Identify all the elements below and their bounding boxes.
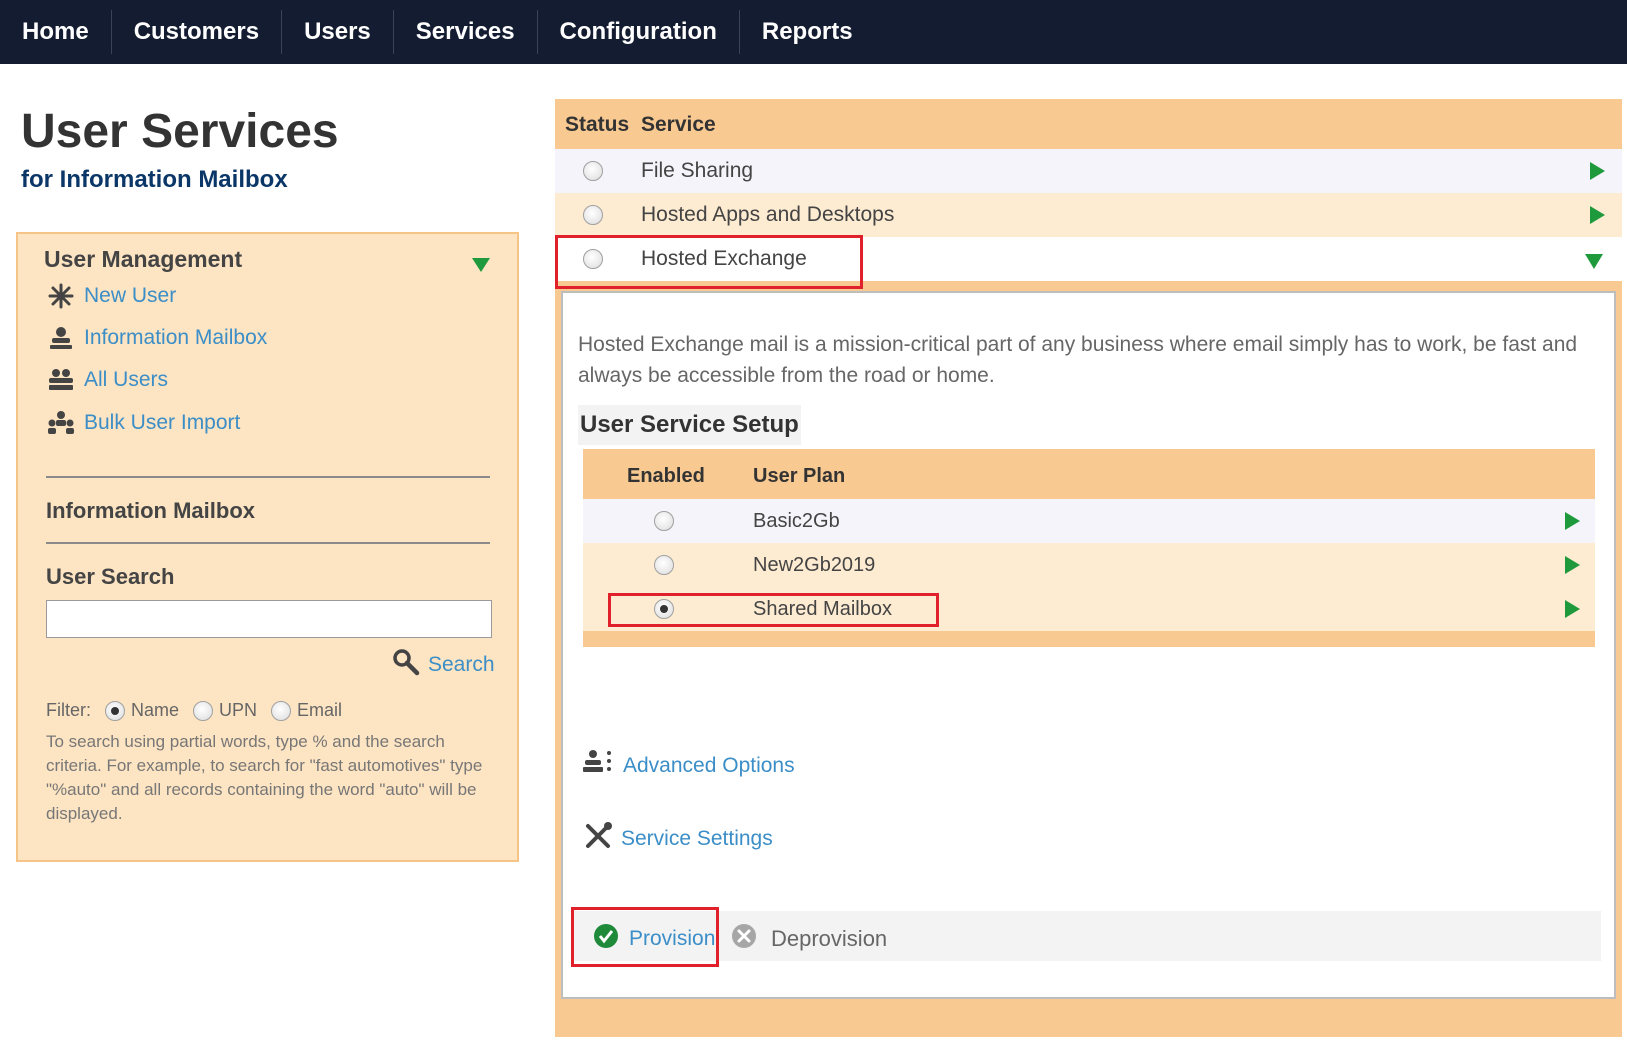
hosted-exchange-detail: Hosted Exchange mail is a mission-critic… [561, 291, 1616, 999]
plan-row-new2gb2019[interactable]: New2Gb2019 [583, 543, 1595, 587]
expand-arrow-icon[interactable] [1590, 162, 1605, 180]
bulk-user-import-link[interactable]: Bulk User Import [84, 411, 240, 435]
service-name[interactable]: File Sharing [641, 159, 753, 183]
nav-configuration[interactable]: Configuration [538, 10, 740, 54]
services-table-header: Status Service [555, 99, 1622, 149]
plan-name: New2Gb2019 [753, 554, 876, 576]
service-settings-row[interactable]: Service Settings [583, 821, 773, 856]
user-plan-column-header: User Plan [753, 465, 846, 487]
expand-arrow-icon[interactable] [1565, 600, 1580, 618]
user-service-setup-title: User Service Setup [578, 405, 801, 445]
expand-arrow-icon[interactable] [1565, 556, 1580, 574]
highlight-box [555, 235, 863, 289]
divider [46, 542, 490, 544]
collapse-arrow-icon[interactable] [1585, 254, 1603, 269]
status-indicator [583, 161, 603, 181]
expand-arrow-icon[interactable] [1590, 206, 1605, 224]
collapse-triangle-icon[interactable] [472, 258, 490, 272]
enabled-column-header: Enabled [627, 465, 705, 487]
new-user-icon [46, 282, 76, 310]
bulk-user-import-link-row[interactable]: Bulk User Import [46, 409, 240, 437]
user-search-heading: User Search [46, 564, 175, 589]
deprovision-button[interactable]: Deprovision [731, 923, 887, 954]
user-management-heading: User Management [44, 246, 243, 272]
highlight-box [571, 907, 719, 967]
all-users-link[interactable]: All Users [84, 368, 168, 392]
information-mailbox-heading: Information Mailbox [46, 498, 255, 523]
advanced-options-link[interactable]: Advanced Options [623, 754, 795, 778]
user-plan-table: Enabled User Plan Basic2Gb New2Gb2019 Sh… [583, 449, 1595, 647]
top-nav: Home Customers Users Services Configurat… [0, 0, 1627, 64]
new-user-link-row[interactable]: New User [46, 282, 176, 310]
filter-name-radio[interactable] [105, 700, 125, 721]
filter-upn-radio[interactable] [193, 700, 214, 721]
user-icon [46, 324, 76, 352]
information-mailbox-link[interactable]: Information Mailbox [84, 326, 267, 350]
search-help-text: To search using partial words, type % an… [46, 732, 483, 823]
service-row-file-sharing[interactable]: File Sharing [555, 149, 1622, 193]
filter-row: Filter: Name UPN Email [46, 700, 342, 721]
services-panel: Status Service File Sharing Hosted Apps … [555, 99, 1622, 1037]
highlight-box [608, 593, 939, 627]
action-bar: Provision Deprovision [571, 907, 1601, 967]
search-icon [392, 648, 420, 681]
filter-label: Filter: [46, 700, 91, 720]
filter-name-label: Name [131, 700, 180, 720]
information-mailbox-link-row[interactable]: Information Mailbox [46, 324, 267, 352]
users-icon [46, 366, 76, 394]
search-link[interactable]: Search [428, 653, 495, 677]
plan-radio[interactable] [654, 511, 674, 531]
plan-row-basic2gb[interactable]: Basic2Gb [583, 499, 1595, 543]
service-description: Hosted Exchange mail is a mission-critic… [578, 333, 1578, 387]
service-row-hosted-apps[interactable]: Hosted Apps and Desktops [555, 193, 1622, 237]
nav-users[interactable]: Users [282, 10, 394, 54]
nav-reports[interactable]: Reports [740, 10, 875, 54]
plan-name: Basic2Gb [753, 510, 840, 532]
service-settings-link[interactable]: Service Settings [621, 827, 773, 851]
expand-arrow-icon[interactable] [1565, 512, 1580, 530]
advanced-options-row[interactable]: Advanced Options [583, 749, 795, 782]
status-column-header: Status [565, 113, 630, 136]
page-subtitle: for Information Mailbox [21, 166, 288, 193]
all-users-link-row[interactable]: All Users [46, 366, 168, 394]
new-user-link[interactable]: New User [84, 284, 176, 308]
deprovision-link[interactable]: Deprovision [771, 926, 887, 952]
cancel-circle-icon [731, 923, 757, 954]
nav-customers[interactable]: Customers [112, 10, 283, 54]
filter-email-label: Email [297, 700, 343, 720]
service-column-header: Service [641, 113, 716, 136]
filter-upn-label: UPN [219, 700, 258, 720]
service-name[interactable]: Hosted Apps and Desktops [641, 203, 894, 227]
left-panel: User Management New User Information Mai… [16, 232, 519, 862]
bulk-import-icon [46, 409, 76, 437]
page-title: User Services [21, 105, 339, 158]
plan-radio[interactable] [654, 555, 674, 575]
status-indicator [583, 205, 603, 225]
tools-icon [583, 821, 613, 856]
divider [46, 476, 490, 478]
search-button[interactable]: Search [392, 648, 495, 681]
nav-services[interactable]: Services [394, 10, 538, 54]
user-search-input[interactable] [46, 600, 492, 638]
nav-home[interactable]: Home [0, 10, 112, 54]
filter-email-radio[interactable] [271, 700, 292, 721]
advanced-options-icon [583, 749, 615, 782]
